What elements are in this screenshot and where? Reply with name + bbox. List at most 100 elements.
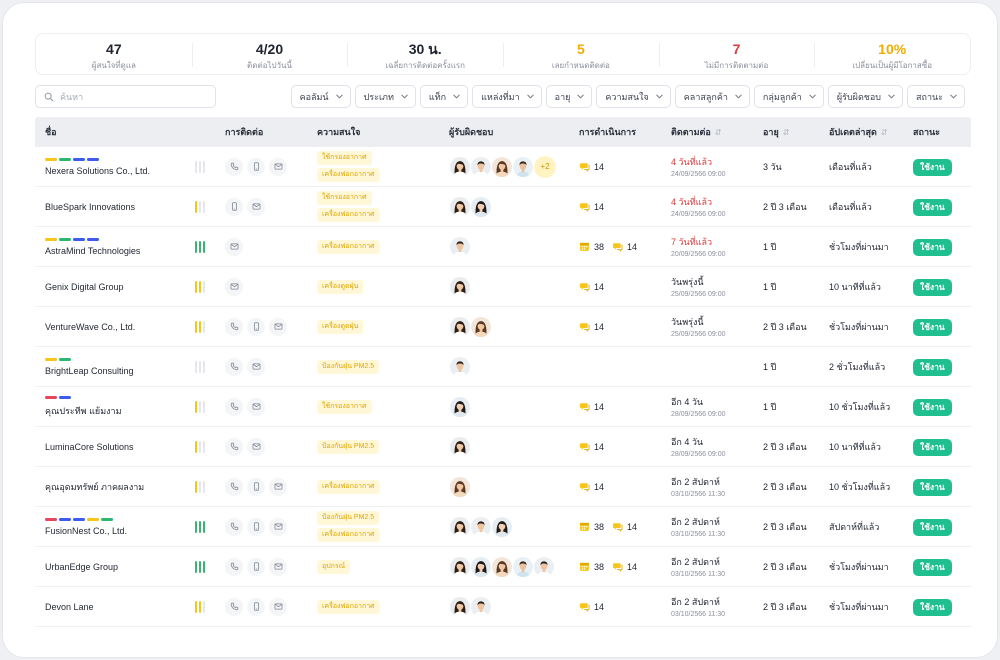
filter-dropdown[interactable]: กลุ่มลูกค้า bbox=[753, 85, 824, 108]
avatar[interactable] bbox=[470, 515, 492, 538]
chats-count[interactable]: 14 bbox=[579, 601, 604, 612]
table-row[interactable]: BrightLeap Consulting ป้องกันฝุ่น PM2.5 1 … bbox=[35, 347, 971, 387]
mail-icon[interactable] bbox=[247, 357, 265, 376]
col-header-owner[interactable]: ผู้รับผิดชอบ bbox=[447, 125, 577, 139]
mobile-icon[interactable] bbox=[247, 157, 265, 176]
mail-icon[interactable] bbox=[269, 557, 287, 576]
chats-count[interactable]: 14 bbox=[579, 481, 604, 492]
avatar[interactable] bbox=[449, 555, 471, 578]
lead-name[interactable]: Genix Digital Group bbox=[45, 282, 183, 292]
mail-icon[interactable] bbox=[225, 237, 243, 256]
filter-dropdown[interactable]: ประเภท bbox=[354, 85, 416, 108]
status-badge[interactable]: ใช้งาน bbox=[913, 279, 952, 296]
avatar[interactable] bbox=[512, 155, 534, 178]
col-header-status[interactable]: สถานะ bbox=[907, 125, 971, 139]
avatar[interactable] bbox=[449, 435, 471, 458]
avatar[interactable] bbox=[449, 475, 471, 498]
avatar[interactable] bbox=[449, 195, 471, 218]
mail-icon[interactable] bbox=[269, 157, 287, 176]
meetings-count[interactable]: 38 bbox=[579, 561, 604, 572]
col-header-age[interactable]: อายุ ⇵ bbox=[761, 125, 827, 139]
table-row[interactable]: VentureWave Co., Ltd. เครื่องดูดฝุ่น 14 วัน… bbox=[35, 307, 971, 347]
avatar[interactable] bbox=[449, 275, 471, 298]
avatar[interactable] bbox=[449, 395, 471, 418]
chats-count[interactable]: 14 bbox=[579, 281, 604, 292]
phone-icon[interactable] bbox=[225, 517, 243, 536]
table-row[interactable]: FusionNest Co., Ltd. ป้องกันฝุ่น PM2.5 เคร… bbox=[35, 507, 971, 547]
avatar[interactable] bbox=[470, 595, 492, 618]
chats-count[interactable]: 14 bbox=[579, 161, 604, 172]
mail-icon[interactable] bbox=[269, 317, 287, 336]
mobile-icon[interactable] bbox=[247, 597, 265, 616]
col-header-interest[interactable]: ความสนใจ bbox=[305, 125, 447, 139]
lead-name[interactable]: LuminaCore Solutions bbox=[45, 442, 183, 452]
filter-dropdown[interactable]: คลาสลูกค้า bbox=[674, 85, 750, 108]
status-badge[interactable]: ใช้งาน bbox=[913, 599, 952, 616]
phone-icon[interactable] bbox=[225, 477, 243, 496]
filter-dropdown[interactable]: คอลัมน์ bbox=[290, 85, 351, 108]
phone-icon[interactable] bbox=[225, 597, 243, 616]
avatar[interactable] bbox=[512, 555, 534, 578]
avatar[interactable] bbox=[449, 355, 471, 378]
mobile-icon[interactable] bbox=[225, 197, 243, 216]
lead-name[interactable]: BrightLeap Consulting bbox=[45, 366, 183, 376]
avatar[interactable] bbox=[491, 555, 513, 578]
table-row[interactable]: Genix Digital Group เครื่องดูดฝุ่น 14 วันพร… bbox=[35, 267, 971, 307]
avatar[interactable] bbox=[470, 195, 492, 218]
lead-name[interactable]: Devon Lane bbox=[45, 602, 183, 612]
col-header-follow[interactable]: ติดตามต่อ ⇵ bbox=[669, 125, 761, 139]
meetings-count[interactable]: 38 bbox=[579, 521, 604, 532]
status-badge[interactable]: ใช้งาน bbox=[913, 559, 952, 576]
avatar[interactable] bbox=[491, 515, 513, 538]
lead-name[interactable]: BlueSpark Innovations bbox=[45, 202, 183, 212]
chats-count[interactable]: 14 bbox=[612, 521, 637, 532]
filter-dropdown[interactable]: ผู้รับผิดชอบ bbox=[827, 85, 904, 108]
avatar[interactable] bbox=[449, 315, 471, 338]
search-box[interactable] bbox=[35, 85, 216, 108]
lead-name[interactable]: Nexera Solutions Co., Ltd. bbox=[45, 166, 183, 176]
table-row[interactable]: คุณอุดมทรัพย์ ภาคผลงาม เครื่องฟอกอากาศ 14 อ… bbox=[35, 467, 971, 507]
status-badge[interactable]: ใช้งาน bbox=[913, 199, 952, 216]
table-row[interactable]: UrbanEdge Group อุปกรณ์ 38 14 อีก 2 สัปดาห์ 0… bbox=[35, 547, 971, 587]
lead-name[interactable]: AstraMind Technologies bbox=[45, 246, 183, 256]
sort-icon[interactable]: ⇵ bbox=[881, 128, 888, 137]
status-badge[interactable]: ใช้งาน bbox=[913, 439, 952, 456]
table-row[interactable]: BlueSpark Innovations ใช้กรองอากาศ เครื่อง… bbox=[35, 187, 971, 227]
phone-icon[interactable] bbox=[225, 157, 243, 176]
search-input[interactable] bbox=[60, 91, 200, 102]
col-header-activity[interactable]: การดำเนินการ bbox=[577, 125, 669, 139]
avatar[interactable] bbox=[470, 555, 492, 578]
table-row[interactable]: Nexera Solutions Co., Ltd. ใช้กรองอากาศ เค… bbox=[35, 147, 971, 187]
filter-dropdown[interactable]: สถานะ bbox=[907, 85, 965, 108]
mail-icon[interactable] bbox=[247, 437, 265, 456]
col-header-updated[interactable]: อัปเดตล่าสุด ⇵ bbox=[827, 125, 907, 139]
sort-icon[interactable]: ⇵ bbox=[783, 128, 790, 137]
col-header-name[interactable]: ชื่อ bbox=[35, 125, 183, 139]
filter-dropdown[interactable]: แหล่งที่มา bbox=[472, 85, 542, 108]
sort-icon[interactable]: ⇵ bbox=[715, 128, 722, 137]
lead-name[interactable]: คุณอุดมทรัพย์ ภาคผลงาม bbox=[45, 480, 183, 494]
mail-icon[interactable] bbox=[269, 517, 287, 536]
avatar[interactable] bbox=[470, 155, 492, 178]
mail-icon[interactable] bbox=[269, 597, 287, 616]
lead-name[interactable]: FusionNest Co., Ltd. bbox=[45, 526, 183, 536]
phone-icon[interactable] bbox=[225, 357, 243, 376]
chats-count[interactable]: 14 bbox=[612, 561, 637, 572]
chats-count[interactable]: 14 bbox=[579, 441, 604, 452]
phone-icon[interactable] bbox=[225, 317, 243, 336]
avatar[interactable] bbox=[470, 315, 492, 338]
phone-icon[interactable] bbox=[225, 437, 243, 456]
chats-count[interactable]: 14 bbox=[612, 241, 637, 252]
status-badge[interactable]: ใช้งาน bbox=[913, 359, 952, 376]
chats-count[interactable]: 14 bbox=[579, 401, 604, 412]
mobile-icon[interactable] bbox=[247, 517, 265, 536]
status-badge[interactable]: ใช้งาน bbox=[913, 159, 952, 176]
mobile-icon[interactable] bbox=[247, 317, 265, 336]
mail-icon[interactable] bbox=[269, 477, 287, 496]
chats-count[interactable]: 14 bbox=[579, 201, 604, 212]
mail-icon[interactable] bbox=[247, 397, 265, 416]
filter-dropdown[interactable]: แท็ก bbox=[419, 85, 469, 108]
lead-name[interactable]: VentureWave Co., Ltd. bbox=[45, 322, 183, 332]
status-badge[interactable]: ใช้งาน bbox=[913, 519, 952, 536]
status-badge[interactable]: ใช้งาน bbox=[913, 239, 952, 256]
